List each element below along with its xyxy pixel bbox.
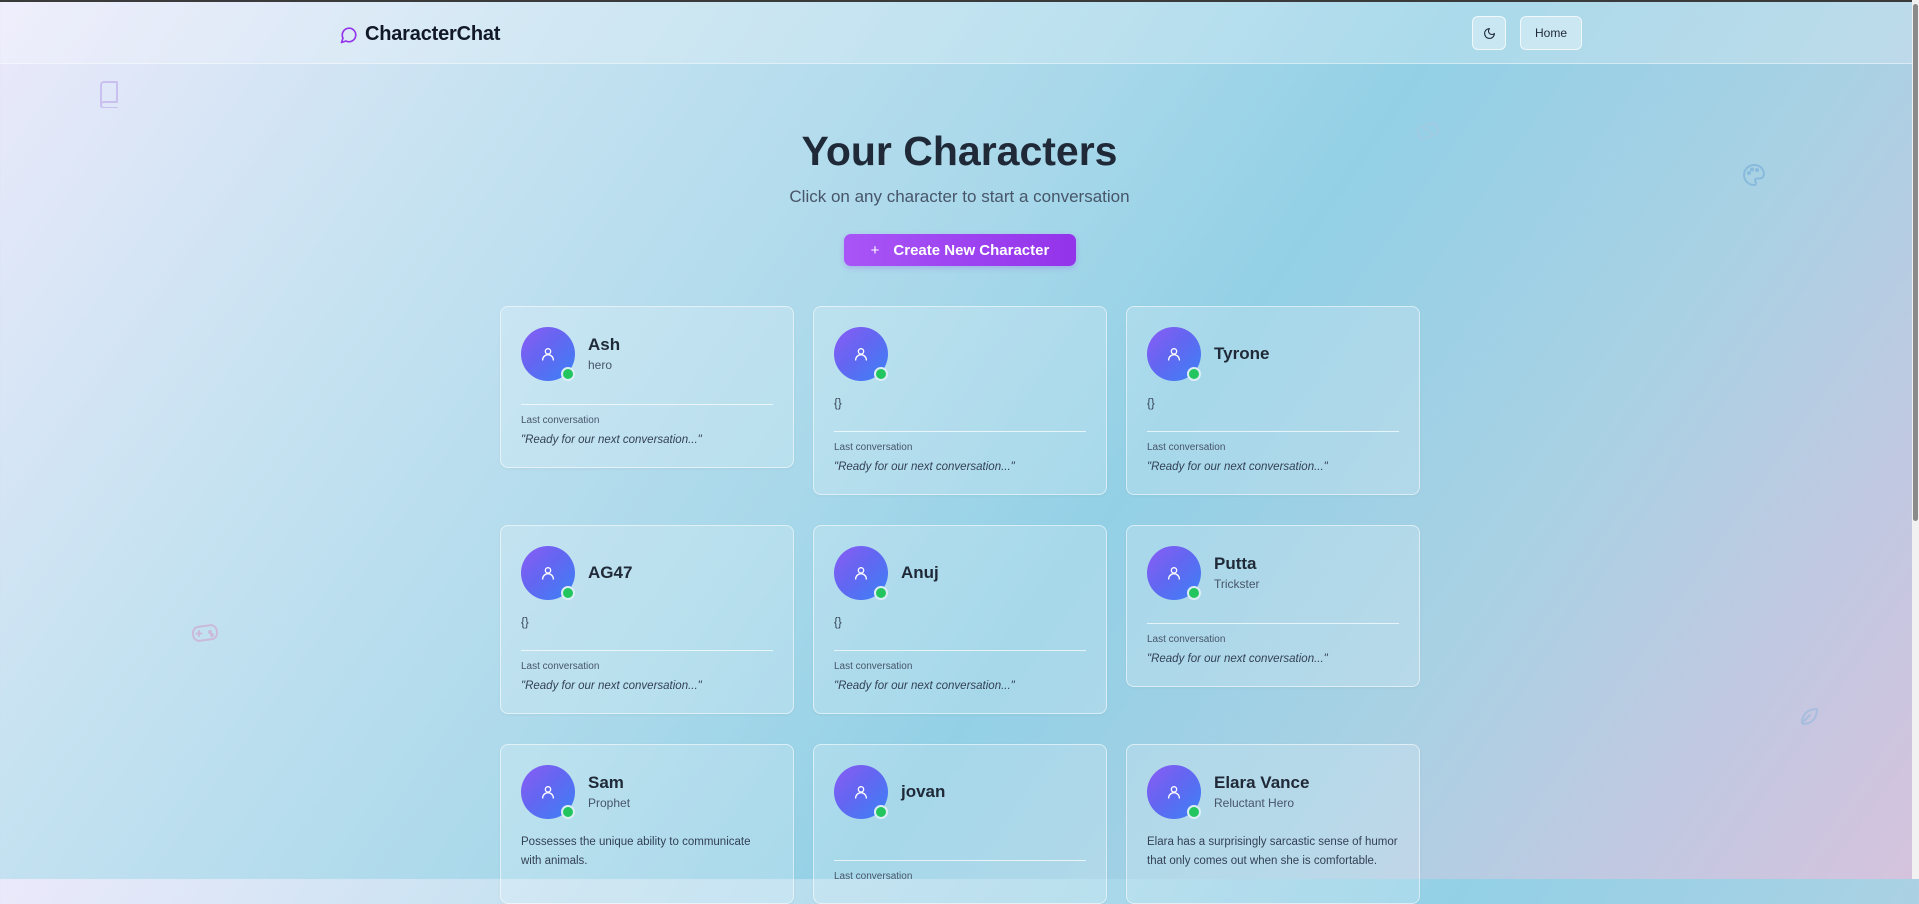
character-name: jovan [901, 782, 946, 801]
character-name: Sam [588, 773, 624, 792]
scrollbar-thumb[interactable] [1913, 4, 1918, 521]
avatar [834, 327, 888, 381]
avatar [1147, 327, 1201, 381]
leaf-icon [1801, 708, 1818, 725]
card-divider [521, 650, 773, 651]
card-divider [834, 650, 1086, 651]
last-conversation-label: Last conversation [1147, 634, 1226, 645]
plus-icon: + [870, 241, 880, 259]
online-status-dot [1187, 586, 1201, 600]
last-conversation-label: Last conversation [1147, 442, 1226, 453]
user-icon [1168, 786, 1180, 799]
character-card[interactable]: Ash hero Last conversation "Ready for ou… [500, 306, 794, 468]
user-icon [855, 786, 867, 799]
avatar [1147, 765, 1201, 819]
character-name: Tyrone [1214, 344, 1270, 363]
card-divider [1147, 431, 1399, 432]
character-description: Elara has a surprisingly sarcastic sense… [1147, 836, 1398, 867]
card-divider [521, 404, 773, 405]
character-card[interactable]: Elara Vance Reluctant Hero Elara has a s… [1126, 744, 1420, 904]
character-name: Ash [588, 335, 621, 354]
last-conversation-text: "Ready for our next conversation..." [834, 680, 1015, 692]
user-icon [855, 567, 867, 580]
online-status-dot [561, 367, 575, 381]
character-description: {} [834, 617, 842, 629]
user-icon [1168, 567, 1180, 580]
character-description: Possesses the unique ability to communic… [521, 836, 751, 867]
page-title: Your Characters [801, 128, 1118, 174]
top-navbar: CharacterChat Home [0, 2, 1912, 64]
moon-icon [1483, 27, 1495, 39]
online-status-dot [561, 586, 575, 600]
user-icon [542, 348, 554, 361]
last-conversation-label: Last conversation [521, 415, 600, 426]
character-description: {} [834, 398, 842, 410]
avatar [521, 765, 575, 819]
card-divider [834, 431, 1086, 432]
card-divider [1147, 623, 1399, 624]
avatar [521, 327, 575, 381]
user-icon [1168, 348, 1180, 361]
theme-toggle-button[interactable] [1472, 16, 1506, 50]
gamepad-icon [191, 624, 219, 642]
character-name: Putta [1214, 554, 1257, 573]
book-icon [100, 81, 118, 108]
last-conversation-label: Last conversation [521, 661, 600, 672]
character-name: AG47 [588, 563, 633, 582]
user-icon [855, 348, 867, 361]
character-card[interactable]: AG47 {} Last conversation "Ready for our… [500, 525, 794, 714]
character-role: hero [588, 358, 613, 372]
online-status-dot [874, 805, 888, 819]
last-conversation-label: Last conversation [834, 442, 913, 453]
create-character-label: Create New Character [893, 241, 1050, 259]
online-status-dot [874, 586, 888, 600]
online-status-dot [874, 367, 888, 381]
card-divider [834, 860, 1086, 861]
character-card[interactable]: Anuj {} Last conversation "Ready for our… [813, 525, 1107, 714]
user-icon [542, 567, 554, 580]
character-name: Elara Vance [1214, 773, 1310, 792]
online-status-dot [1187, 367, 1201, 381]
avatar [834, 765, 888, 819]
user-icon [542, 786, 554, 799]
character-card[interactable]: Tyrone {} Last conversation "Ready for o… [1126, 306, 1420, 495]
character-card[interactable]: {} Last conversation "Ready for our next… [813, 306, 1107, 495]
last-conversation-text: "Ready for our next conversation..." [521, 434, 702, 446]
avatar [521, 546, 575, 600]
character-description: {} [521, 617, 529, 629]
character-description: {} [1147, 398, 1155, 410]
character-role: Trickster [1214, 577, 1260, 591]
home-button[interactable]: Home [1520, 16, 1582, 50]
last-conversation-text: "Ready for our next conversation..." [521, 680, 702, 692]
last-conversation-label: Last conversation [834, 661, 913, 672]
online-status-dot [1187, 805, 1201, 819]
character-card[interactable]: Sam Prophet Possesses the unique ability… [500, 744, 794, 904]
character-role: Reluctant Hero [1214, 796, 1295, 810]
avatar [1147, 546, 1201, 600]
create-character-button[interactable]: + Create New Character [844, 234, 1076, 266]
character-card[interactable]: Putta Trickster Last conversation "Ready… [1126, 525, 1420, 687]
page-subtitle: Click on any character to start a conver… [789, 187, 1130, 206]
message-circle-icon [340, 27, 357, 43]
brand-logo[interactable]: CharacterChat [340, 23, 500, 46]
last-conversation-text: "Ready for our next conversation..." [834, 461, 1015, 473]
last-conversation-label: Last conversation [834, 871, 913, 882]
last-conversation-text: "Ready for our next conversation..." [1147, 653, 1328, 665]
brand-name: CharacterChat [365, 23, 501, 45]
character-role: Prophet [588, 796, 631, 810]
last-conversation-text: "Ready for our next conversation..." [1147, 461, 1328, 473]
online-status-dot [561, 805, 575, 819]
character-card[interactable]: jovan Last conversation [813, 744, 1107, 904]
character-name: Anuj [901, 563, 939, 582]
avatar [834, 546, 888, 600]
